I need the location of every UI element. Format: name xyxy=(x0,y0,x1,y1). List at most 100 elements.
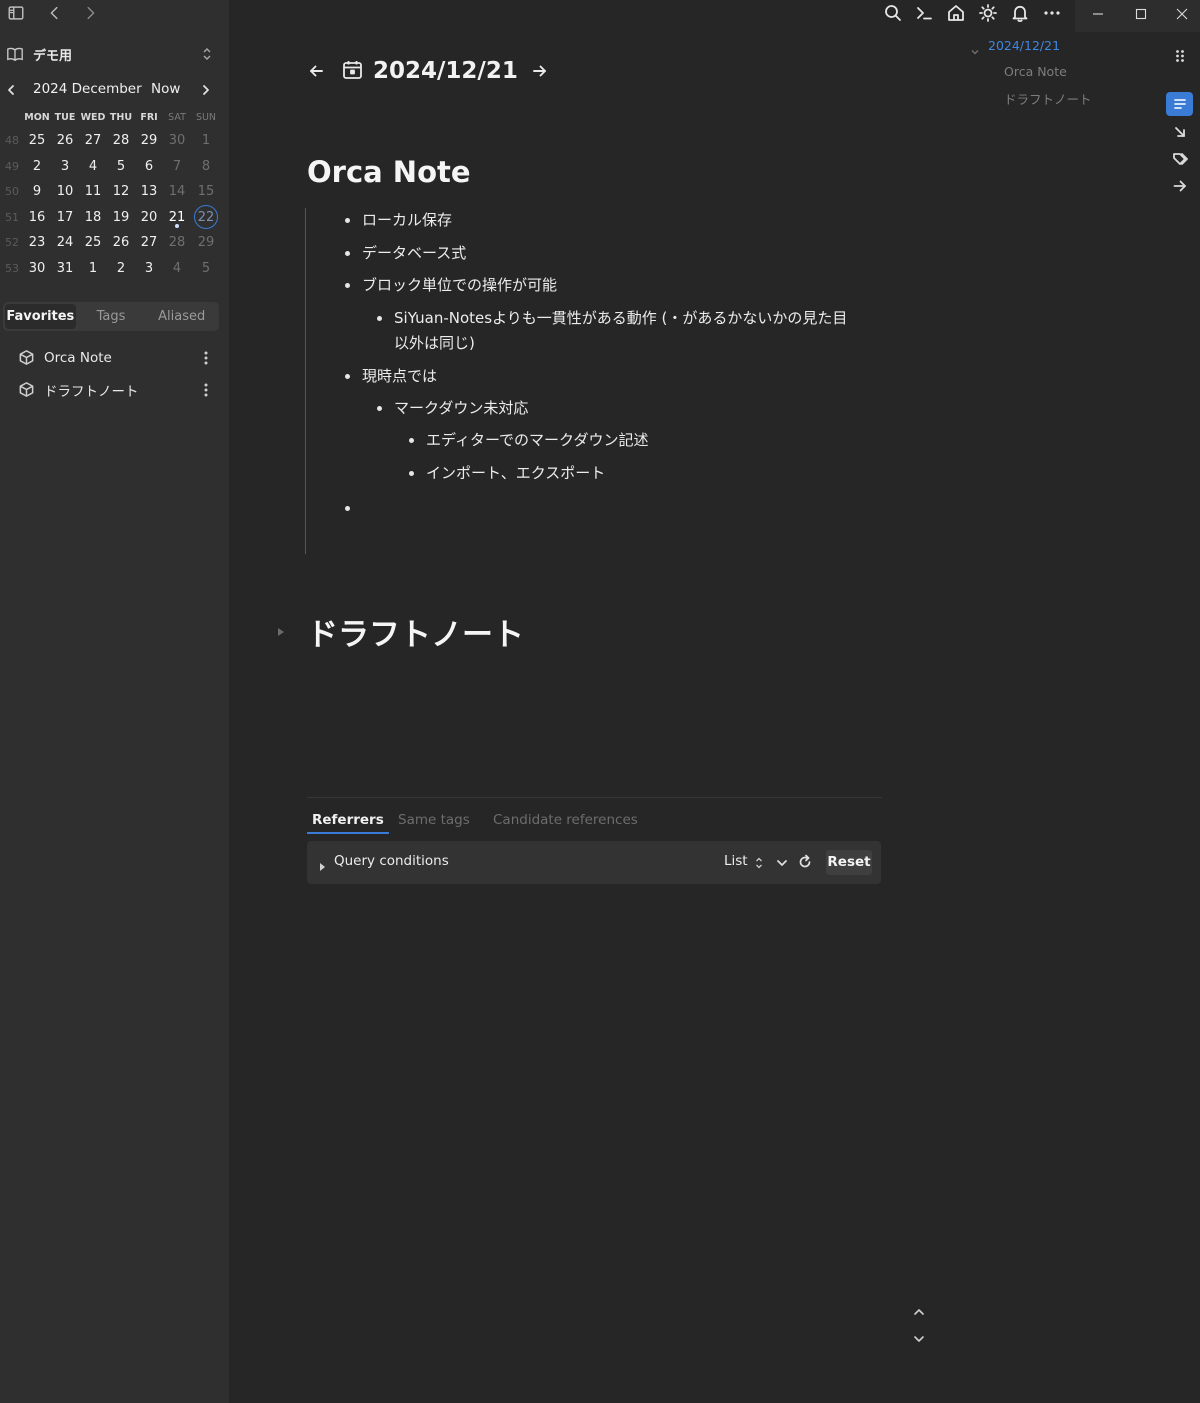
sort-updown-icon[interactable] xyxy=(200,46,214,62)
calendar-day[interactable]: 25 xyxy=(23,128,51,153)
calendar-day[interactable]: 20 xyxy=(135,205,163,230)
calendar-day[interactable]: 8 xyxy=(192,154,220,179)
bullet-item[interactable]: インポート、エクスポート xyxy=(408,461,605,486)
toggle-sidebar-icon[interactable] xyxy=(5,2,27,24)
refresh-icon[interactable] xyxy=(798,854,813,870)
block-title[interactable]: ドラフトノート xyxy=(307,609,524,654)
calendar-day[interactable]: 30 xyxy=(23,256,51,281)
more-vertical-icon[interactable] xyxy=(200,350,212,366)
calendar-day[interactable]: 18 xyxy=(79,205,107,230)
outline-item[interactable]: Orca Note xyxy=(1004,64,1067,79)
tab-tags[interactable]: Tags xyxy=(76,304,147,329)
reset-button[interactable]: Reset xyxy=(826,850,872,875)
bullet-item[interactable]: ブロック単位での操作が可能 xyxy=(344,273,557,298)
chevron-down-icon[interactable] xyxy=(970,42,980,55)
calendar-day[interactable]: 2 xyxy=(107,256,135,281)
calendar-day[interactable]: 25 xyxy=(79,230,107,255)
scroll-down-icon[interactable] xyxy=(912,1331,930,1349)
expand-triangle-icon[interactable] xyxy=(319,857,326,871)
calendar-day[interactable]: 12 xyxy=(107,179,135,204)
back-icon[interactable] xyxy=(44,2,66,24)
calendar-day[interactable]: 7 xyxy=(163,154,191,179)
calendar-day[interactable]: 16 xyxy=(23,205,51,230)
calendar-day[interactable]: 11 xyxy=(79,179,107,204)
calendar-day[interactable]: 24 xyxy=(51,230,79,255)
bullet-item[interactable]: マークダウン未対応 xyxy=(376,396,528,421)
arrow-right-icon[interactable] xyxy=(1166,174,1193,198)
bullet-continuation[interactable]: 以外は同じ) xyxy=(394,331,475,356)
calendar-day[interactable]: 19 xyxy=(107,205,135,230)
calendar-day[interactable]: 4 xyxy=(79,154,107,179)
calendar-day[interactable]: 31 xyxy=(51,256,79,281)
calendar-day[interactable]: 23 xyxy=(23,230,51,255)
calendar-day[interactable]: 17 xyxy=(51,205,79,230)
view-mode-select[interactable]: List xyxy=(724,853,748,869)
more-icon[interactable] xyxy=(1042,3,1064,25)
query-conditions-label[interactable]: Query conditions xyxy=(334,853,449,869)
search-icon[interactable] xyxy=(883,3,905,25)
calendar-day[interactable]: 3 xyxy=(135,256,163,281)
more-vertical-icon[interactable] xyxy=(200,382,212,398)
calendar-day[interactable]: 29 xyxy=(192,230,220,255)
sun-icon[interactable] xyxy=(978,3,1000,25)
calendar-day[interactable]: 9 xyxy=(23,179,51,204)
calendar-day[interactable]: 26 xyxy=(51,128,79,153)
calendar-day[interactable]: 27 xyxy=(135,230,163,255)
favorite-item-orca-note[interactable]: Orca Note xyxy=(18,347,218,369)
next-day-icon[interactable] xyxy=(532,59,556,83)
calendar-day[interactable]: 26 xyxy=(107,230,135,255)
calendar-day[interactable]: 13 xyxy=(135,179,163,204)
maximize-icon[interactable] xyxy=(1118,0,1163,28)
home-icon[interactable] xyxy=(946,3,968,25)
drag-grip-icon[interactable] xyxy=(1166,44,1193,68)
sort-updown-icon[interactable] xyxy=(754,855,764,869)
repo-selector[interactable]: デモ用 xyxy=(6,43,218,65)
calendar-day[interactable]: 14 xyxy=(163,179,191,204)
tab-same-tags[interactable]: Same tags xyxy=(398,810,470,830)
calendar-day[interactable]: 1 xyxy=(192,128,220,153)
calendar-day[interactable]: 28 xyxy=(107,128,135,153)
outline-toggle-icon[interactable] xyxy=(1166,92,1193,116)
outline-item-root[interactable]: 2024/12/21 xyxy=(988,38,1060,53)
scroll-up-icon[interactable] xyxy=(912,1304,930,1322)
tab-aliased[interactable]: Aliased xyxy=(146,304,217,329)
calendar-day[interactable]: 21 xyxy=(163,204,191,230)
calendar-day[interactable]: 6 xyxy=(135,154,163,179)
favorite-item-draft-note[interactable]: ドラフトノート xyxy=(18,379,218,401)
calendar-day[interactable]: 2 xyxy=(23,154,51,179)
command-icon[interactable] xyxy=(914,3,936,25)
calendar-day[interactable]: 15 xyxy=(192,179,220,204)
calendar-now-button[interactable]: Now xyxy=(151,81,180,97)
calendar-day[interactable]: 10 xyxy=(51,179,79,204)
tab-candidate-references[interactable]: Candidate references xyxy=(493,810,638,830)
close-icon[interactable] xyxy=(1159,0,1200,28)
tab-referrers[interactable]: Referrers xyxy=(307,810,389,834)
bullet-item[interactable]: データベース式 xyxy=(344,241,466,266)
calendar-day[interactable]: 4 xyxy=(163,256,191,281)
calendar-day[interactable]: 27 xyxy=(79,128,107,153)
bell-icon[interactable] xyxy=(1010,3,1032,25)
calendar-day[interactable]: 5 xyxy=(192,256,220,281)
calendar-day[interactable]: 28 xyxy=(163,230,191,255)
arrow-down-right-icon[interactable] xyxy=(1166,120,1193,144)
prev-day-icon[interactable] xyxy=(308,59,332,83)
collapse-triangle-icon[interactable] xyxy=(277,622,285,636)
calendar-day[interactable]: 1 xyxy=(79,256,107,281)
bullet-item[interactable]: エディターでのマークダウン記述 xyxy=(408,428,648,453)
bullet-item[interactable]: ローカル保存 xyxy=(344,208,452,233)
block-title[interactable]: Orca Note xyxy=(307,155,471,189)
calendar-day[interactable]: 22 xyxy=(192,204,220,230)
calendar-day[interactable]: 29 xyxy=(135,128,163,153)
next-month-icon[interactable] xyxy=(198,79,216,101)
calendar-day[interactable]: 30 xyxy=(163,128,191,153)
prev-month-icon[interactable] xyxy=(3,79,21,101)
outline-item[interactable]: ドラフトノート xyxy=(1004,89,1092,108)
tag-icon[interactable] xyxy=(1166,147,1193,171)
minimize-icon[interactable] xyxy=(1075,0,1120,28)
forward-icon[interactable] xyxy=(79,2,101,24)
calendar-day[interactable]: 3 xyxy=(51,154,79,179)
bullet-item[interactable]: SiYuan-Notesよりも一貫性がある動作 (・があるかないかの見た目 xyxy=(376,306,847,331)
calendar-day[interactable]: 5 xyxy=(107,154,135,179)
bullet-item[interactable]: 現時点では xyxy=(344,364,437,389)
tab-favorites[interactable]: Favorites xyxy=(5,304,76,329)
